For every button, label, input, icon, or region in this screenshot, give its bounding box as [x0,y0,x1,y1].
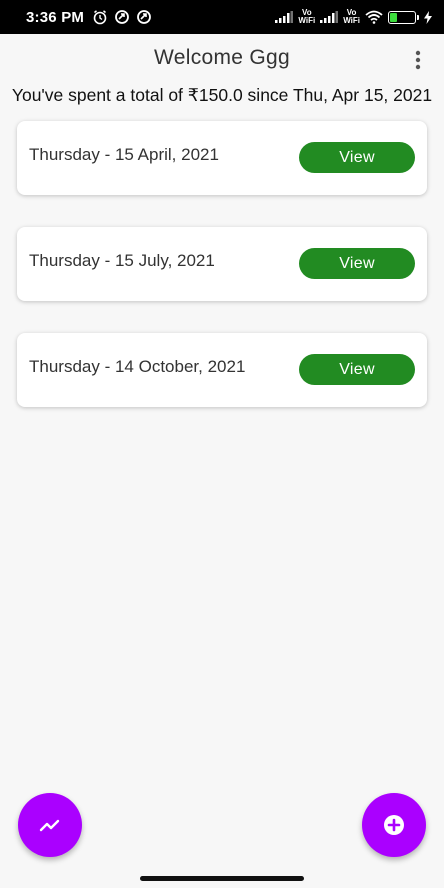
page-title: Welcome Ggg [154,46,290,69]
vowifi-bottom-label: WiFi [298,16,316,25]
view-button[interactable]: View [299,142,415,173]
vowifi-icon: Vo WiFi [343,9,360,25]
status-bar: 3:36 PM Vo WiFi Vo WiFi 29 [0,0,444,34]
entry-card: Thursday - 15 April, 2021 View [17,121,427,195]
navigation-handle[interactable] [140,876,304,881]
more-vert-icon [415,50,421,70]
charging-icon [424,10,432,24]
signal-icon [320,11,339,23]
spending-summary: You've spent a total of ₹150.0 since Thu… [11,85,433,105]
battery-level: 29 [396,11,407,22]
battery-fill [390,12,397,22]
sync-icon [136,9,152,25]
entry-card: Thursday - 14 October, 2021 View [17,333,427,407]
battery-icon: 29 [388,10,416,24]
vowifi-icon: Vo WiFi [298,9,315,25]
status-time: 3:36 PM [26,8,85,26]
view-button[interactable]: View [299,354,415,385]
status-right-icons: Vo WiFi Vo WiFi 29 [275,9,432,25]
signal-icon [275,11,294,23]
battery-cap [417,14,419,20]
entry-date: Thursday - 15 July, 2021 [29,251,215,270]
view-button[interactable]: View [299,248,415,279]
stats-fab-button[interactable] [18,793,82,857]
add-entry-fab-button[interactable] [362,793,426,857]
add-circle-icon [384,815,404,835]
trending-up-icon [39,819,60,832]
alarm-icon [92,9,108,25]
entry-date: Thursday - 14 October, 2021 [29,357,246,376]
entry-card: Thursday - 15 July, 2021 View [17,227,427,301]
entry-date: Thursday - 15 April, 2021 [29,145,219,164]
status-left-icons [92,9,152,25]
more-options-button[interactable] [406,48,430,72]
sync-icon [114,9,130,25]
vowifi-bottom-label: WiFi [343,16,360,25]
wifi-icon [365,10,383,24]
